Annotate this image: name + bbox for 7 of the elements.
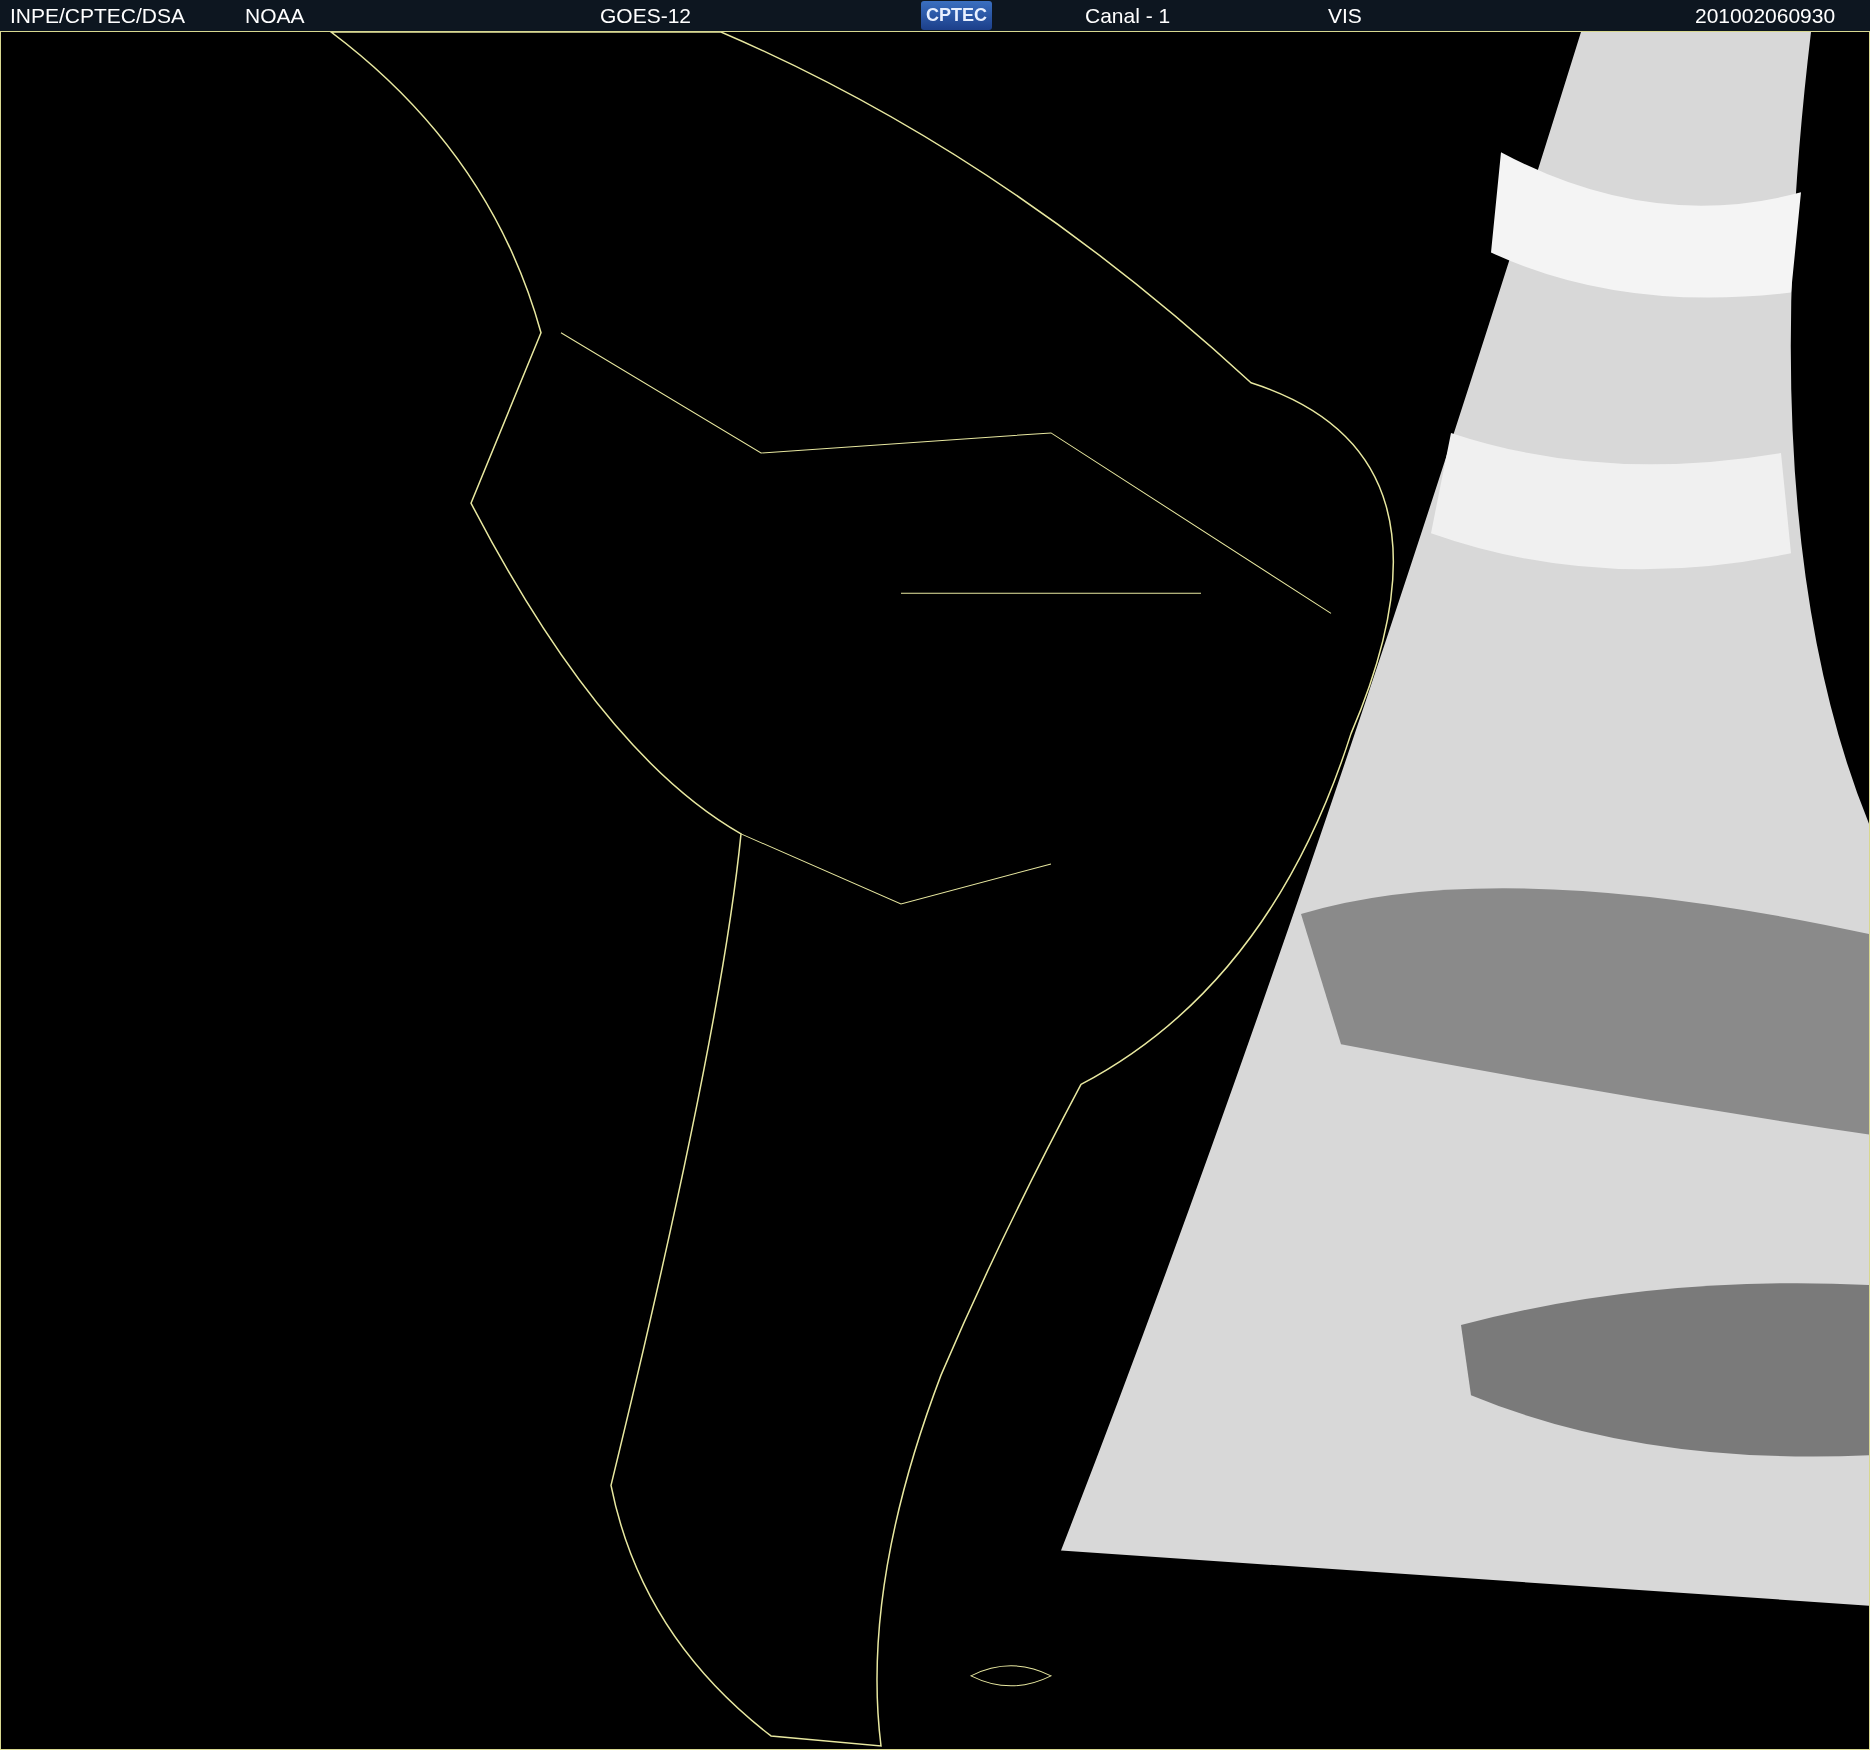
header-text: GOES-12	[600, 3, 692, 28]
header-text: NOAA	[245, 3, 305, 28]
logo: CPTEC	[921, 1, 992, 30]
header-text: VIS	[1328, 3, 1362, 28]
header-text: INPE/CPTEC/DSA	[10, 3, 186, 28]
header-text: Canal - 1	[1085, 3, 1171, 28]
header-text: 201002060930	[1695, 3, 1836, 28]
